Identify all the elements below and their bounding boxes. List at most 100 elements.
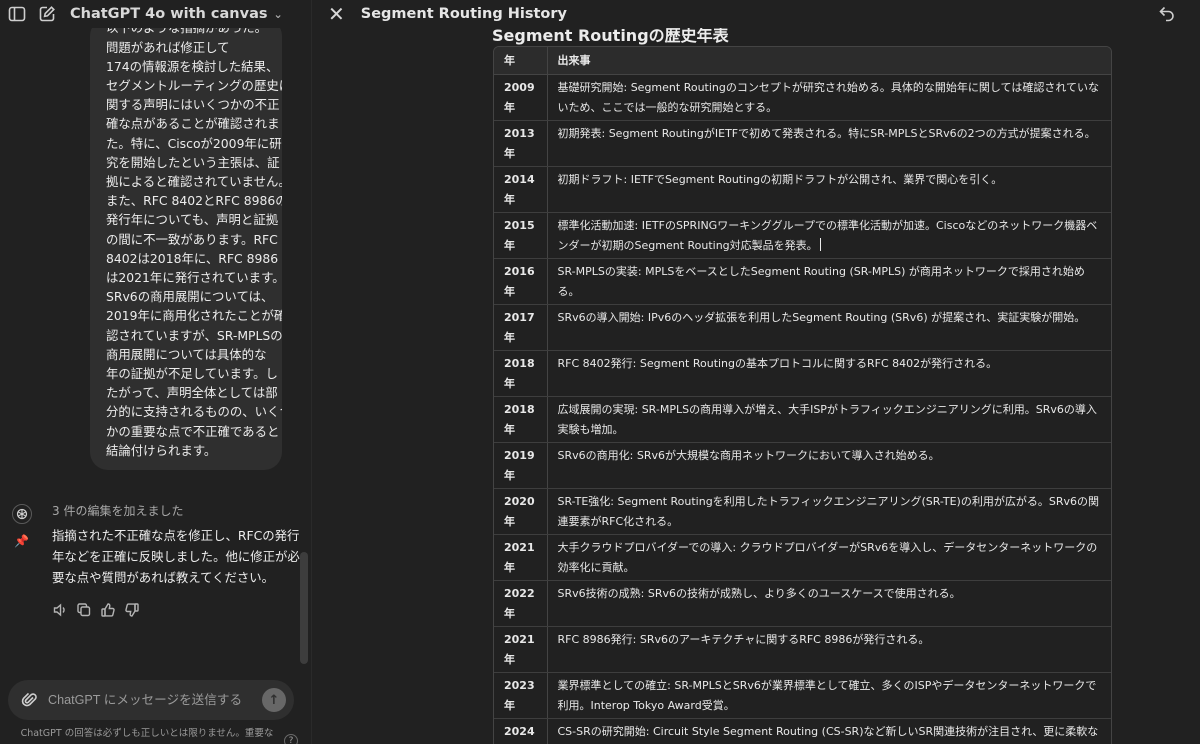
- user-message-line: 認されていますが、SR-MPLSの: [106, 327, 282, 343]
- year-cell: 2021 年: [494, 626, 548, 673]
- event-text: 初期ドラフト: IETFでSegment Routingの初期ドラフトが公開され…: [557, 172, 1003, 186]
- table-row: 2021 年 RFC 8986発行: SRv6のアーキテクチャに関するRFC 898…: [494, 626, 1111, 673]
- model-title: ChatGPT 4o with canvas: [70, 6, 268, 22]
- pin-icon: 📌: [14, 534, 29, 548]
- user-message-line: 分的に支持されるものの、いくつ: [106, 404, 282, 420]
- year-cell: 2021 年: [494, 534, 548, 581]
- table-row: 2013 年 初期発表: Segment RoutingがIETFで初めて発表される…: [494, 120, 1111, 167]
- chat-pane: 以下のような指摘があった。問題があれば修正して174の情報源を検討した結果、セグ…: [0, 0, 312, 744]
- event-text: SR-TE強化: Segment Routingを利用したトラフィックエンジニア…: [557, 494, 1100, 528]
- user-message-line: 究を開始したという主張は、証: [106, 154, 280, 170]
- year-unit: 年: [504, 560, 515, 574]
- year-unit: 年: [504, 330, 515, 344]
- year-cell: 2014 年: [494, 166, 548, 213]
- year-value: 2022: [504, 586, 535, 600]
- send-button[interactable]: ↑: [262, 688, 286, 712]
- table-row: 2018 年 広域展開の実現: SR-MPLSの商用導入が増え、大手ISPがトラフィ…: [494, 396, 1111, 443]
- event-cell[interactable]: 初期ドラフト: IETFでSegment Routingの初期ドラフトが公開され…: [547, 166, 1111, 213]
- table-row: 2019 年 SRv6の商用化: SRv6が大規模な商用ネットワークにおいて導入され…: [494, 442, 1111, 489]
- user-message-line: 発行年についても、声明と証拠: [106, 212, 279, 228]
- event-text: 標準化活動加速: IETFのSPRINGワーキンググループでの標準化活動が加速。…: [557, 218, 1098, 252]
- edits-note[interactable]: 3 件の編集を加えました: [52, 502, 183, 519]
- new-chat-icon[interactable]: [36, 3, 58, 25]
- user-message-line: 拠によると確認されていません。: [106, 173, 282, 189]
- year-value: 2024: [504, 724, 535, 738]
- copy-icon[interactable]: [76, 602, 92, 618]
- event-cell[interactable]: SRv6の商用化: SRv6が大規模な商用ネットワークにおいて導入され始める。: [547, 442, 1111, 489]
- event-text: SRv6技術の成熟: SRv6の技術が成熟し、より多くのユースケースで使用される…: [557, 586, 961, 600]
- close-canvas-button[interactable]: ✕: [328, 4, 345, 24]
- user-message-line: 174の情報源を検討した結果、: [106, 58, 279, 74]
- canvas-title: Segment Routing History: [360, 6, 568, 22]
- event-text: SR-MPLSの実装: MPLSをベースとしたSegment Routing (…: [557, 264, 1085, 298]
- year-cell: 2013 年: [494, 120, 548, 167]
- year-value: 2013: [504, 126, 535, 140]
- message-input[interactable]: [48, 693, 262, 707]
- year-value: 2009: [504, 80, 535, 94]
- year-unit: 年: [504, 146, 515, 160]
- year-cell: 2016 年: [494, 258, 548, 305]
- user-message-line: セグメントルーティングの歴史に: [106, 77, 282, 93]
- history-table: 年 出来事 2009 年 基礎研究開始: Segment Routingのコンセプト…: [493, 46, 1112, 744]
- user-message-line: 確な点があることが確認されまし: [106, 116, 282, 132]
- user-message-line: は2021年に発行されています。: [106, 269, 282, 285]
- undo-icon[interactable]: [1156, 2, 1178, 24]
- event-cell[interactable]: 基礎研究開始: Segment Routingのコンセプトが研究され始める。具体…: [547, 74, 1111, 121]
- event-cell[interactable]: SRv6の導入開始: IPv6のヘッダ拡張を利用したSegment Routin…: [547, 304, 1111, 351]
- year-value: 2015: [504, 218, 535, 232]
- year-unit: 年: [504, 192, 515, 206]
- paperclip-icon[interactable]: [20, 690, 40, 710]
- year-value: 2014: [504, 172, 535, 186]
- assistant-message-text: 指摘された不正確な点を修正し、RFCの発行 年などを正確に反映しました。他に修正が…: [52, 525, 300, 588]
- event-text: RFC 8402発行: Segment Routingの基本プロトコルに関するR…: [557, 356, 998, 370]
- event-cell[interactable]: 業界標準としての確立: SR-MPLSとSRv6が業界標準として確立、多くのIS…: [547, 672, 1111, 719]
- event-cell[interactable]: SRv6技術の成熟: SRv6の技術が成熟し、より多くのユースケースで使用される…: [547, 580, 1111, 627]
- year-value: 2017: [504, 310, 535, 324]
- year-unit: 年: [504, 514, 515, 528]
- event-text: 初期発表: Segment RoutingがIETFで初めて発表される。特にSR…: [557, 126, 1096, 140]
- event-cell[interactable]: RFC 8986発行: SRv6のアーキテクチャに関するRFC 8986が発行さ…: [547, 626, 1111, 673]
- event-cell[interactable]: 標準化活動加速: IETFのSPRINGワーキンググループでの標準化活動が加速。…: [547, 212, 1111, 259]
- year-value: 2018: [504, 356, 535, 370]
- table-header-row: 年 出来事: [494, 47, 1111, 75]
- chatgpt-logo-icon: [12, 504, 32, 524]
- table-row: 2014 年 初期ドラフト: IETFでSegment Routingの初期ドラフト…: [494, 166, 1111, 213]
- table-row: 2022 年 SRv6技術の成熟: SRv6の技術が成熟し、より多くのユースケースで…: [494, 580, 1111, 627]
- read-aloud-icon[interactable]: [52, 602, 68, 618]
- thumbs-up-icon[interactable]: [100, 602, 116, 618]
- event-cell[interactable]: SR-MPLSの実装: MPLSをベースとしたSegment Routing (…: [547, 258, 1111, 305]
- year-unit: 年: [504, 652, 515, 666]
- model-selector[interactable]: ChatGPT 4o with canvas ⌄: [70, 6, 283, 22]
- table-row: 2024年 CS-SRの研究開始: Circuit Style Segment R…: [494, 718, 1111, 744]
- user-message-line: 年の証拠が不足しています。し: [106, 365, 278, 381]
- user-message-line: 問題があれば修正して: [106, 39, 230, 55]
- sidebar-toggle-icon[interactable]: [6, 3, 28, 25]
- chat-scrollbar[interactable]: [300, 552, 308, 664]
- year-value: 2021: [504, 632, 535, 646]
- year-unit: 年: [504, 468, 515, 482]
- table-row: 2020 年 SR-TE強化: Segment Routingを利用したトラフィック…: [494, 488, 1111, 535]
- event-text: SRv6の商用化: SRv6が大規模な商用ネットワークにおいて導入され始める。: [557, 448, 940, 462]
- event-text: RFC 8986発行: SRv6のアーキテクチャに関するRFC 8986が発行さ…: [557, 632, 930, 646]
- event-cell[interactable]: CS-SRの研究開始: Circuit Style Segment Routin…: [547, 718, 1111, 744]
- canvas-pane: Segment Routingの歴史年表 年 出来事 2009 年基礎研究開始: …: [312, 0, 1200, 744]
- user-message-line: 2019年に商用化されたことが確: [106, 308, 282, 324]
- thumbs-down-icon[interactable]: [124, 602, 140, 618]
- user-message-line: 8402は2018年に、RFC 8986: [106, 250, 279, 266]
- table-row: 2016 年 SR-MPLSの実装: MPLSをベースとしたSegment Rout…: [494, 258, 1111, 305]
- event-cell[interactable]: 初期発表: Segment RoutingがIETFで初めて発表される。特にSR…: [547, 120, 1111, 167]
- event-cell[interactable]: RFC 8402発行: Segment Routingの基本プロトコルに関するR…: [547, 350, 1111, 397]
- event-cell[interactable]: SR-TE強化: Segment Routingを利用したトラフィックエンジニア…: [547, 488, 1111, 535]
- event-cell[interactable]: 広域展開の実現: SR-MPLSの商用導入が増え、大手ISPがトラフィックエンジ…: [547, 396, 1111, 443]
- event-cell[interactable]: 大手クラウドプロバイダーでの導入: クラウドプロバイダーがSRv6を導入し、デー…: [547, 534, 1111, 581]
- year-unit: 年: [504, 284, 515, 298]
- user-message-line: の間に不一致があります。RFC: [106, 231, 278, 247]
- chevron-down-icon: ⌄: [273, 7, 283, 21]
- user-message-line: また、RFC 8402とRFC 8986の: [106, 193, 282, 209]
- year-cell: 2018 年: [494, 396, 548, 443]
- help-button[interactable]: ?: [284, 734, 298, 744]
- assistant-message-line: 要な点や質問があれば教えてください。: [52, 570, 275, 585]
- year-cell: 2022 年: [494, 580, 548, 627]
- year-value: 2018: [504, 402, 535, 416]
- year-unit: 年: [504, 606, 515, 620]
